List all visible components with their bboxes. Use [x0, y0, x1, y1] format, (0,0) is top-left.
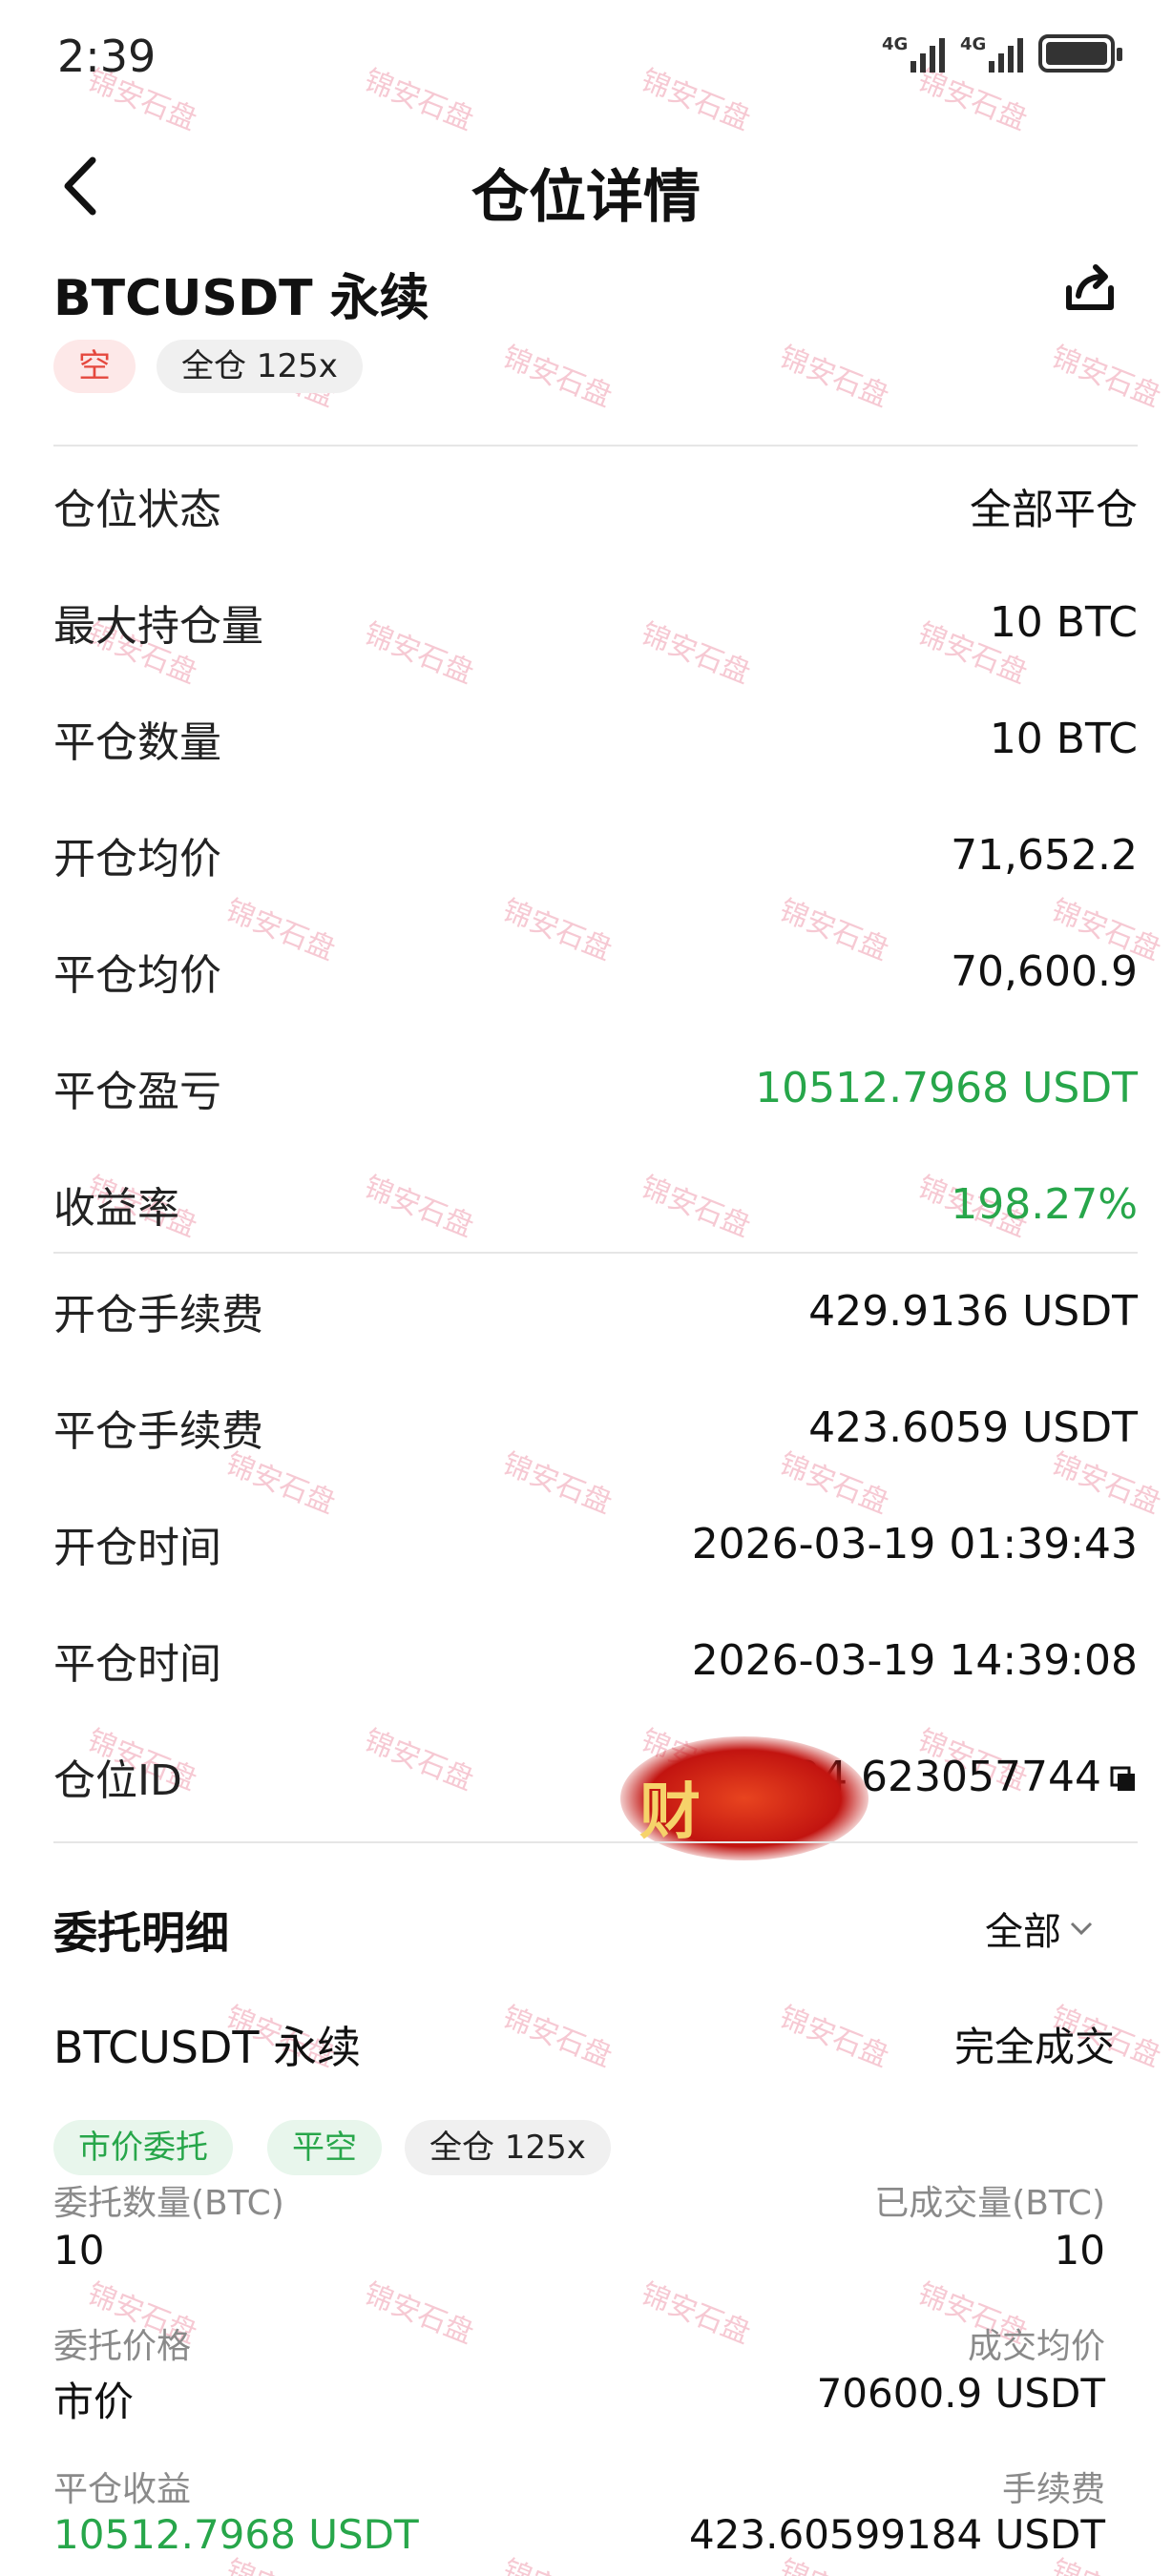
order-symbol: BTCUSDT 永续 [53, 2022, 362, 2073]
page-title: 仓位详情 [471, 164, 701, 231]
order-price-label: 委托价格 [53, 2327, 192, 2366]
order-filled-value: 10 [1054, 2227, 1105, 2274]
detail-row-max-position: 最大持仓量 10 BTC [53, 597, 1138, 652]
detail-row-open-fee: 开仓手续费 429.9136 USDT [53, 1286, 1138, 1340]
nav-bar: 仓位详情 [0, 134, 1172, 239]
order-status: 完全成交 [953, 2024, 1115, 2070]
order-side-tag: 平空 [267, 2120, 382, 2175]
watermark-text: 锦安石盘 [636, 2276, 755, 2351]
order-filled-label: 已成交量(BTC) [874, 2184, 1105, 2223]
watermark-text: 锦安石盘 [359, 2276, 478, 2351]
detail-row-open-time: 开仓时间 2026-03-19 01:39:43 [53, 1519, 1138, 1573]
divider [53, 1841, 1138, 1843]
watermark-text: 锦安石盘 [774, 2000, 893, 2074]
order-qty-label: 委托数量(BTC) [53, 2184, 284, 2223]
detail-row-position-id: 仓位ID 24 623057744 [53, 1738, 1138, 1815]
detail-row-close-qty: 平仓数量 10 BTC [53, 714, 1138, 768]
order-fee-value: 423.60599184 USDT [688, 2511, 1105, 2558]
side-tag-short: 空 [53, 340, 136, 393]
detail-row-realized-pnl: 平仓盈亏 10512.7968 USDT [53, 1063, 1138, 1117]
position-symbol: BTCUSDT 永续 [53, 270, 429, 327]
status-time: 2:39 [57, 31, 157, 82]
detail-row-close-avg: 平仓均价 70,600.9 [53, 946, 1138, 1001]
order-fee-label: 手续费 [1001, 2470, 1105, 2509]
orders-filter-dropdown[interactable]: 全部 [985, 1901, 1096, 1956]
detail-row-open-avg: 开仓均价 71,652.2 [53, 830, 1138, 884]
order-type-tag: 市价委托 [53, 2120, 233, 2175]
order-margin-tag: 全仓 125x [405, 2120, 611, 2175]
detail-row-close-fee: 平仓手续费 423.6059 USDT [53, 1402, 1138, 1457]
watermark-text: 锦安石盘 [774, 340, 893, 414]
divider [53, 1252, 1138, 1254]
orders-filter-label: 全部 [985, 1910, 1061, 1954]
detail-row-status: 仓位状态 全部平仓 [53, 486, 1138, 534]
orders-section-title: 委托明细 [53, 1907, 229, 1959]
order-pnl-label: 平仓收益 [53, 2470, 192, 2509]
order-price-value: 市价 [53, 2379, 135, 2425]
watermark-text: 锦安石盘 [497, 2546, 619, 2576]
status-icons: 4G 4G [882, 34, 1122, 73]
watermark-text: 锦安石盘 [1046, 340, 1165, 414]
detail-row-roe: 收益率 198.27% [53, 1179, 1138, 1234]
cell-signal-icon-2: 4G [960, 34, 1023, 73]
cell-signal-icon: 4G [882, 34, 945, 73]
chevron-down-icon [1070, 1922, 1093, 1936]
order-avg-label: 成交均价 [967, 2327, 1105, 2366]
status-bar: 2:39 4G 4G [0, 0, 1172, 114]
order-avg-value: 70600.9 USDT [816, 2370, 1105, 2417]
order-qty-value: 10 [53, 2227, 105, 2274]
watermark-text: 锦安石盘 [497, 340, 617, 414]
divider [53, 445, 1138, 447]
detail-row-close-time: 平仓时间 2026-03-19 14:39:08 [53, 1635, 1138, 1690]
watermark-text: 锦安石盘 [497, 2000, 617, 2074]
margin-mode-tag: 全仓 125x [157, 340, 363, 393]
share-icon[interactable] [1061, 260, 1119, 317]
battery-icon [1038, 34, 1122, 73]
order-pnl-value: 10512.7968 USDT [53, 2511, 419, 2558]
copy-icon[interactable] [1109, 1765, 1138, 1794]
